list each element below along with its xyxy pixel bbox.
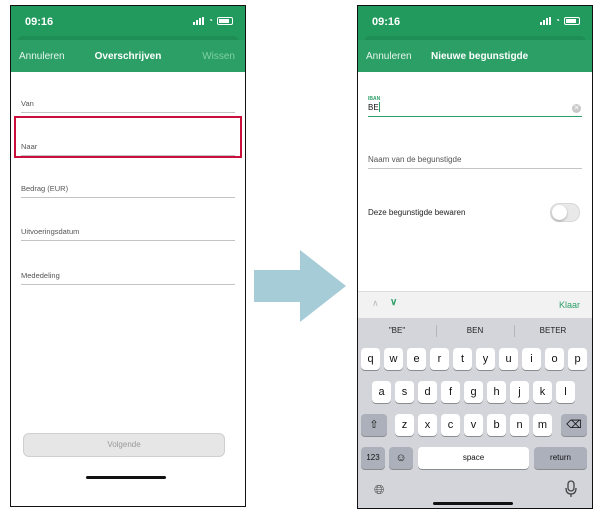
save-beneficiary-toggle[interactable] — [550, 203, 580, 222]
key-z[interactable]: z — [395, 414, 414, 436]
key-y[interactable]: y — [476, 348, 495, 370]
signal-icon — [193, 16, 205, 25]
chevron-up-icon[interactable]: ∧ — [372, 298, 379, 309]
microphone-icon[interactable] — [564, 480, 578, 498]
chevron-down-icon[interactable]: ∨ — [390, 297, 397, 308]
return-key[interactable]: return — [534, 447, 587, 469]
keyboard: "BE" BEN BETER q w e r t y u i o p a s d… — [358, 318, 592, 508]
beneficiary-name-field[interactable]: Naam van de begunstigde — [368, 146, 582, 169]
status-bar: 09:16 ◔ — [358, 6, 592, 40]
clear-input-icon[interactable]: ✕ — [572, 104, 581, 113]
shift-key-icon[interactable]: ⇧ — [361, 414, 387, 436]
status-indicators: ◔ — [193, 16, 233, 25]
done-button[interactable]: Klaar — [559, 300, 580, 310]
key-u[interactable]: u — [499, 348, 518, 370]
key-f[interactable]: f — [441, 381, 460, 403]
message-field[interactable]: Mededeling — [21, 262, 235, 285]
status-bar: 09:16 ◔ — [11, 6, 245, 40]
backspace-key-icon[interactable]: ⌫ — [561, 414, 587, 436]
key-m[interactable]: m — [533, 414, 552, 436]
execution-date-label: Uitvoeringsdatum — [21, 227, 80, 236]
keyboard-accessory-bar: ∧ ∨ Klaar — [358, 291, 592, 319]
suggestion-item[interactable]: "BE" — [358, 318, 436, 344]
save-beneficiary-row: Deze begunstigde bewaren — [368, 202, 582, 222]
suggestion-item[interactable]: BETER — [514, 318, 592, 344]
key-a[interactable]: a — [372, 381, 391, 403]
key-c[interactable]: c — [441, 414, 460, 436]
status-time: 09:16 — [25, 16, 54, 28]
home-indicator — [433, 502, 513, 505]
emoji-key-icon[interactable]: ☺ — [389, 447, 413, 469]
flow-arrow-icon — [254, 250, 346, 327]
key-e[interactable]: e — [407, 348, 426, 370]
key-x[interactable]: x — [418, 414, 437, 436]
key-o[interactable]: o — [545, 348, 564, 370]
key-k[interactable]: k — [533, 381, 552, 403]
status-time: 09:16 — [372, 16, 401, 28]
signal-icon — [540, 16, 552, 25]
space-key[interactable]: space — [418, 447, 529, 469]
save-beneficiary-label: Deze begunstigde bewaren — [368, 208, 466, 217]
key-s[interactable]: s — [395, 381, 414, 403]
nav-bar: Annuleren Overschrijven Wissen — [11, 40, 245, 72]
wifi-icon: ◔ — [208, 16, 213, 25]
suggestion-bar: "BE" BEN BETER — [358, 318, 592, 344]
nav-title: Nieuwe begunstigde — [431, 51, 529, 62]
phone-screen-transfer: 09:16 ◔ Annuleren Overschrijven Wissen V… — [10, 5, 246, 507]
nav-bar: Annuleren Nieuwe begunstigde — [358, 40, 592, 72]
beneficiary-name-label: Naam van de begunstigde — [368, 155, 462, 164]
globe-icon[interactable]: 🌐︎ — [374, 482, 384, 498]
key-w[interactable]: w — [384, 348, 403, 370]
numbers-key[interactable]: 123 — [361, 447, 385, 469]
from-field[interactable]: Van — [21, 90, 235, 113]
amount-field[interactable]: Bedrag (EUR) — [21, 175, 235, 198]
key-d[interactable]: d — [418, 381, 437, 403]
execution-date-field[interactable]: Uitvoeringsdatum — [21, 218, 235, 241]
iban-underline — [368, 116, 582, 117]
cancel-button[interactable]: Annuleren — [366, 51, 412, 62]
next-button[interactable]: Volgende — [23, 433, 225, 457]
from-label: Van — [21, 99, 34, 108]
key-p[interactable]: p — [568, 348, 587, 370]
battery-icon — [564, 16, 580, 25]
phone-screen-new-beneficiary: 09:16 ◔ Annuleren Nieuwe begunstigde IBA… — [357, 5, 593, 509]
key-l[interactable]: l — [556, 381, 575, 403]
home-indicator — [86, 476, 166, 479]
amount-label: Bedrag (EUR) — [21, 184, 69, 193]
to-field-highlight — [14, 116, 242, 158]
message-label: Mededeling — [21, 271, 60, 280]
key-j[interactable]: j — [510, 381, 529, 403]
status-indicators: ◔ — [540, 16, 580, 25]
key-v[interactable]: v — [464, 414, 483, 436]
text-caret — [379, 102, 380, 112]
wifi-icon: ◔ — [555, 16, 560, 25]
key-t[interactable]: t — [453, 348, 472, 370]
key-i[interactable]: i — [522, 348, 541, 370]
key-b[interactable]: b — [487, 414, 506, 436]
key-q[interactable]: q — [361, 348, 380, 370]
clear-button[interactable]: Wissen — [202, 51, 235, 62]
key-r[interactable]: r — [430, 348, 449, 370]
iban-input[interactable]: BE — [368, 103, 379, 112]
battery-icon — [217, 16, 233, 25]
suggestion-item[interactable]: BEN — [436, 318, 514, 344]
key-h[interactable]: h — [487, 381, 506, 403]
key-n[interactable]: n — [510, 414, 529, 436]
key-g[interactable]: g — [464, 381, 483, 403]
